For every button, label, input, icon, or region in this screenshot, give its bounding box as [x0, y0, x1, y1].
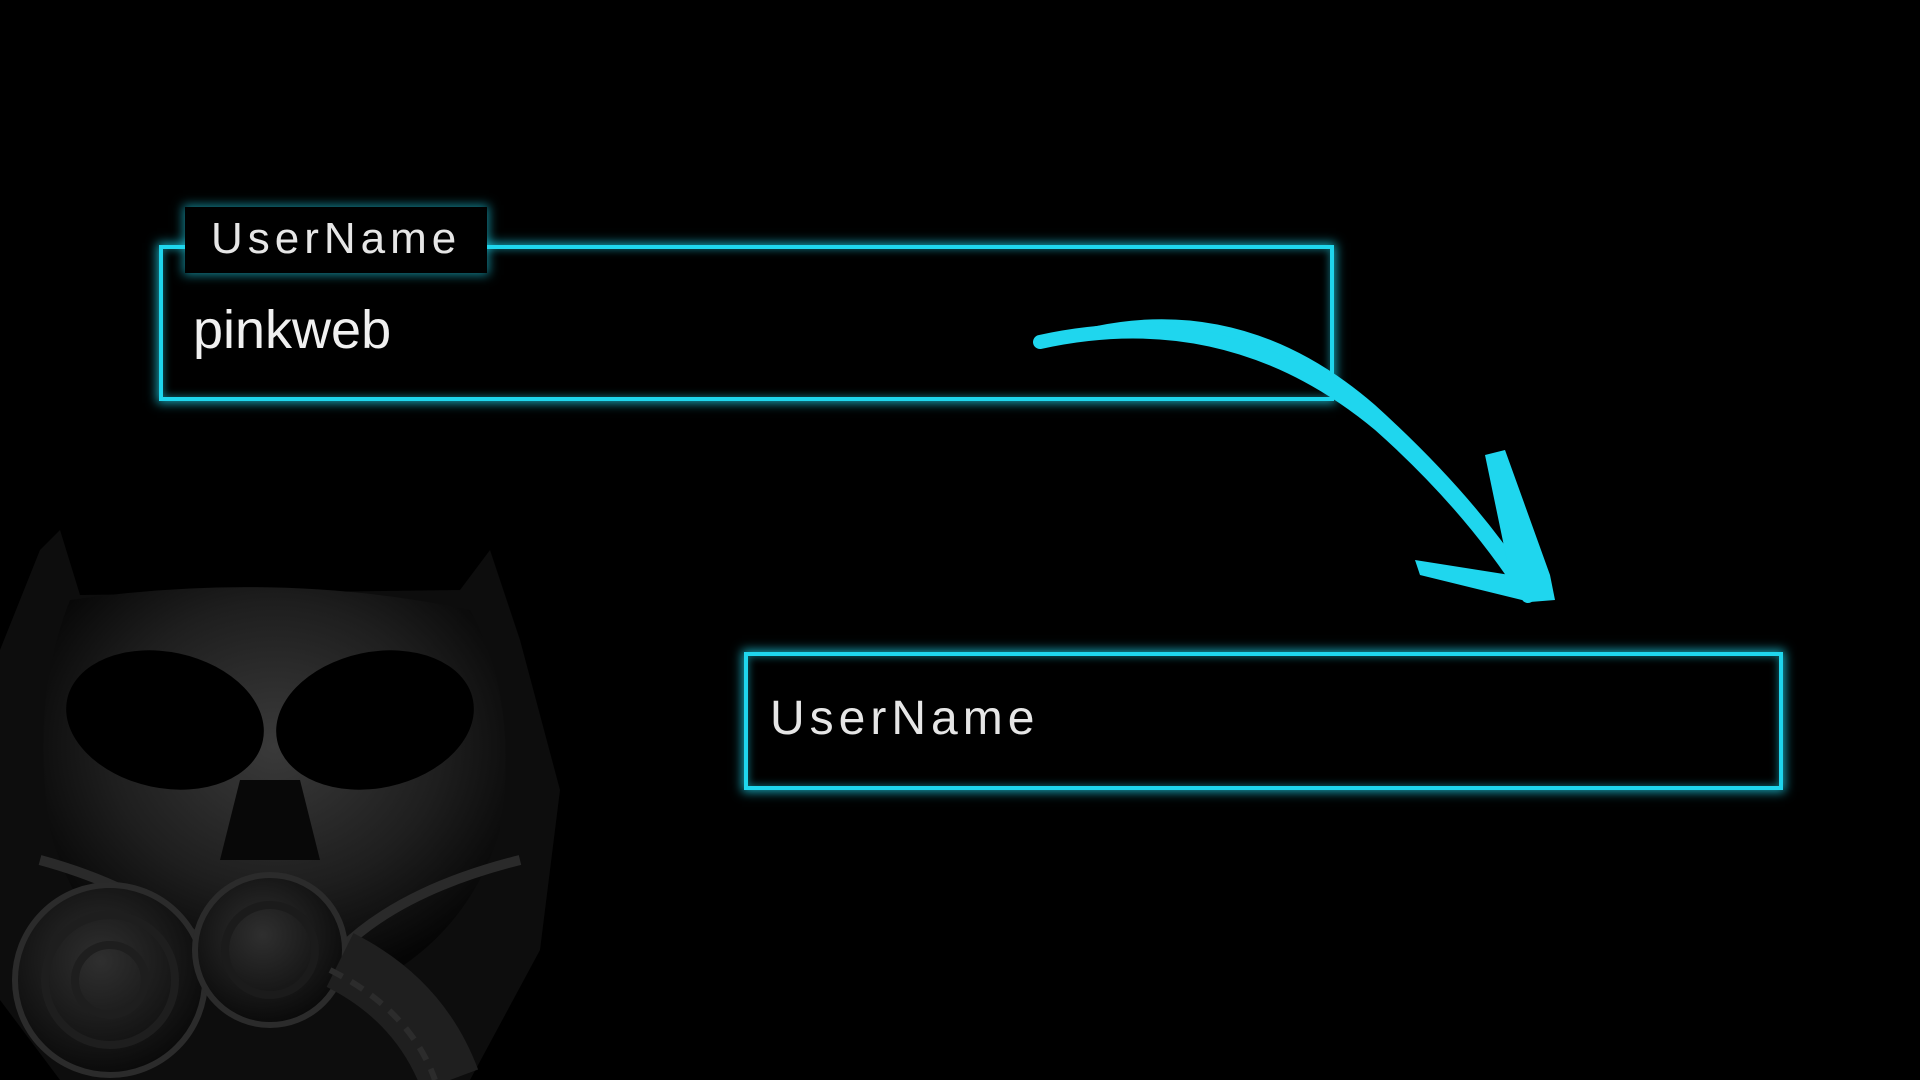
username-input-filled[interactable]: UserName pinkweb [159, 207, 1334, 401]
username-floating-label: UserName [185, 207, 488, 273]
username-placeholder: UserName [770, 692, 1040, 745]
username-value: pinkweb [193, 300, 392, 360]
username-input-empty[interactable]: UserName [744, 652, 1783, 790]
gas-mask-icon [0, 530, 560, 1080]
